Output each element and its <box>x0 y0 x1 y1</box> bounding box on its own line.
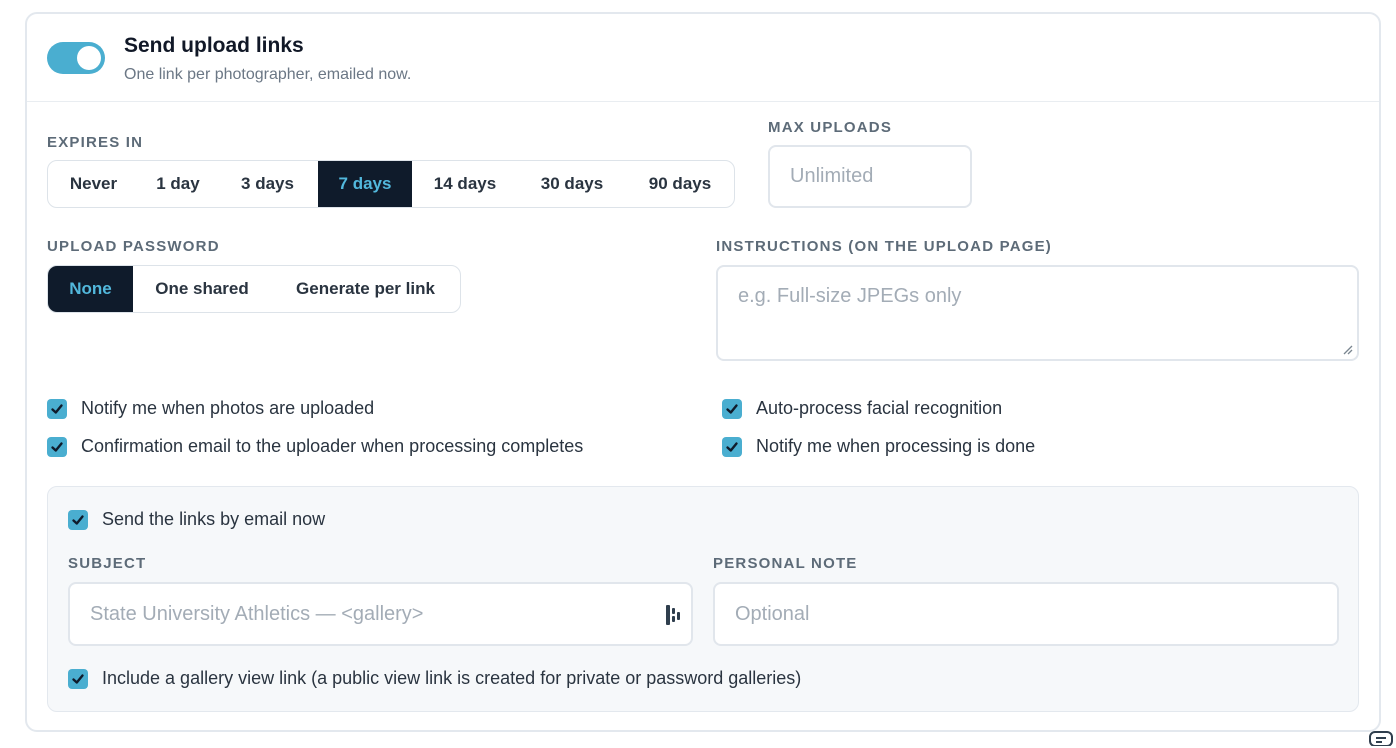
subject-label: SUBJECT <box>68 555 147 572</box>
auto-face-checkbox[interactable] <box>722 398 742 419</box>
upload-links-card: Send upload links One link per photograp… <box>25 12 1381 732</box>
send-now-row: Send the links by email now <box>68 509 325 530</box>
send-now-checkbox[interactable] <box>68 509 88 530</box>
instructions-placeholder: e.g. Full-size JPEGs only <box>738 285 962 307</box>
send-now-label: Send the links by email now <box>102 509 326 529</box>
expires-option-30-days[interactable]: 30 days <box>518 161 626 207</box>
chat-icon[interactable] <box>1368 730 1394 746</box>
instructions-label: INSTRUCTIONS (ON THE UPLOAD PAGE) <box>716 238 1052 255</box>
notify-done-checkbox[interactable] <box>722 436 742 457</box>
expires-label: EXPIRES IN <box>47 134 144 151</box>
password-option-one-shared[interactable]: One shared <box>133 266 271 312</box>
expires-option-90-days[interactable]: 90 days <box>626 161 734 207</box>
send-upload-links-toggle[interactable] <box>47 42 105 74</box>
confirm-email-checkbox[interactable] <box>47 436 67 457</box>
subject-placeholder: State University Athletics — <gallery> <box>90 602 424 625</box>
expires-segmented-control: Never 1 day 3 days 7 days 14 days 30 day… <box>47 160 735 208</box>
auto-face-label: Auto-process facial recognition <box>756 398 1003 418</box>
subject-input[interactable]: State University Athletics — <gallery> <box>68 582 693 646</box>
checkmark-icon <box>726 403 738 414</box>
include-gallery-row: Include a gallery view link (a public vi… <box>68 668 801 689</box>
checkmark-icon <box>51 403 63 414</box>
expires-option-1-day[interactable]: 1 day <box>139 161 217 207</box>
upload-password-segmented-control: None One shared Generate per link <box>47 265 461 313</box>
email-panel: Send the links by email now SUBJECT Stat… <box>47 486 1359 712</box>
expires-option-3-days[interactable]: 3 days <box>217 161 318 207</box>
notify-uploaded-label: Notify me when photos are uploaded <box>81 398 375 418</box>
card-header: Send upload links One link per photograp… <box>27 14 1379 102</box>
expires-option-7-days[interactable]: 7 days <box>318 161 412 207</box>
expires-option-never[interactable]: Never <box>48 161 139 207</box>
personal-note-input[interactable]: Optional <box>713 582 1339 646</box>
toggle-knob <box>77 46 101 70</box>
max-uploads-input[interactable]: Unlimited <box>768 145 972 208</box>
personal-note-label: PERSONAL NOTE <box>713 555 858 572</box>
include-gallery-checkbox[interactable] <box>68 668 88 689</box>
password-option-generate-per-link[interactable]: Generate per link <box>271 266 460 312</box>
section-title: Send upload links <box>124 34 304 57</box>
checkmark-icon <box>72 673 84 684</box>
notify-done-label: Notify me when processing is done <box>756 436 1036 456</box>
resize-handle-icon[interactable] <box>1341 343 1353 355</box>
checkmark-icon <box>72 514 84 525</box>
max-uploads-label: MAX UPLOADS <box>768 119 893 136</box>
password-manager-icon[interactable] <box>665 604 683 626</box>
checkmark-icon <box>726 441 738 452</box>
auto-face-row: Auto-process facial recognition <box>722 398 1002 419</box>
expires-option-14-days[interactable]: 14 days <box>412 161 518 207</box>
confirm-email-label: Confirmation email to the uploader when … <box>81 436 584 456</box>
notify-uploaded-checkbox[interactable] <box>47 398 67 419</box>
checkmark-icon <box>51 441 63 452</box>
notify-uploaded-row: Notify me when photos are uploaded <box>47 398 374 419</box>
include-gallery-label: Include a gallery view link (a public vi… <box>102 668 802 688</box>
upload-password-label: UPLOAD PASSWORD <box>47 238 220 255</box>
notify-done-row: Notify me when processing is done <box>722 436 1035 457</box>
confirm-email-row: Confirmation email to the uploader when … <box>47 436 583 457</box>
instructions-textarea[interactable]: e.g. Full-size JPEGs only <box>716 265 1359 361</box>
password-option-none[interactable]: None <box>48 266 133 312</box>
section-subtitle: One link per photographer, emailed now. <box>124 66 412 83</box>
